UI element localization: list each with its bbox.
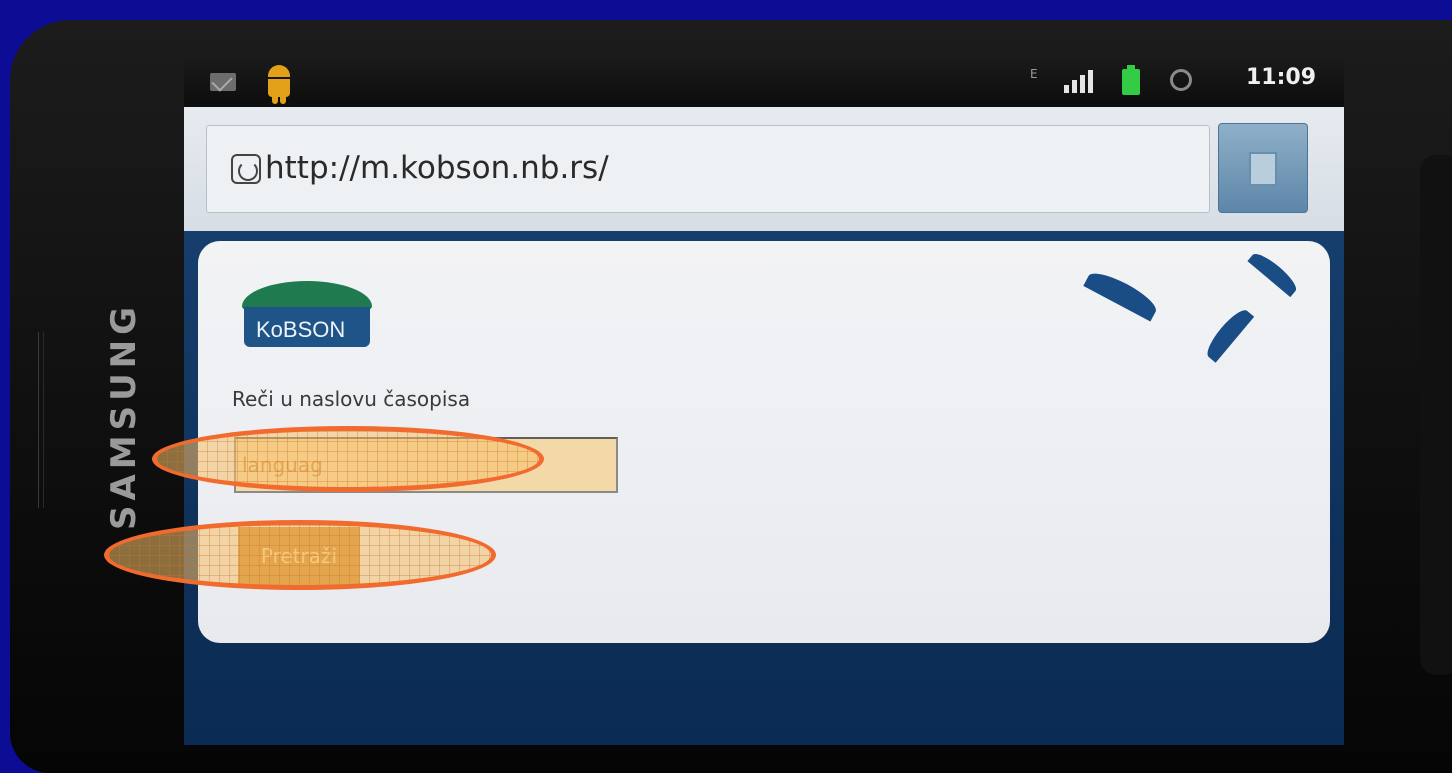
mail-icon [210,73,236,91]
search-label: Reči u naslovu časopisa [232,387,471,411]
url-field[interactable]: http://m.kobson.nb.rs/ [206,125,1210,213]
phone-side-edge [1420,155,1452,675]
status-time: 11:09 [1246,65,1317,90]
bookmark-icon [1249,152,1277,186]
browser-url-bar: http://m.kobson.nb.rs/ [184,107,1344,231]
parachute-decoration [1201,305,1255,363]
phone-screen: E 11:09 http://m.kobson.nb.rs/ KoBSON Re… [184,55,1344,745]
parachute-decoration [1083,266,1161,322]
signal-icon [1064,69,1094,93]
kobson-logo[interactable]: KoBSON [242,281,372,347]
reload-icon[interactable] [231,154,261,184]
search-card: KoBSON Reči u naslovu časopisa Pretraži [198,241,1330,643]
phone-speaker [38,332,44,508]
alarm-icon [1170,69,1192,91]
brand-text: SAMSUNG [104,301,144,531]
url-text[interactable]: http://m.kobson.nb.rs/ [265,150,609,186]
search-button[interactable]: Pretraži [238,527,360,585]
network-type-label: E [1030,67,1038,81]
web-page: KoBSON Reči u naslovu časopisa Pretraži [184,231,1344,745]
logo-text: KoBSON [256,317,346,342]
brand-label: SAMSUNG [94,282,154,550]
battery-icon [1122,65,1140,95]
parachute-decoration [1247,248,1301,298]
status-bar: E 11:09 [184,55,1344,107]
android-icon [264,63,294,105]
bookmark-button[interactable] [1218,123,1308,213]
search-input[interactable] [234,437,618,493]
